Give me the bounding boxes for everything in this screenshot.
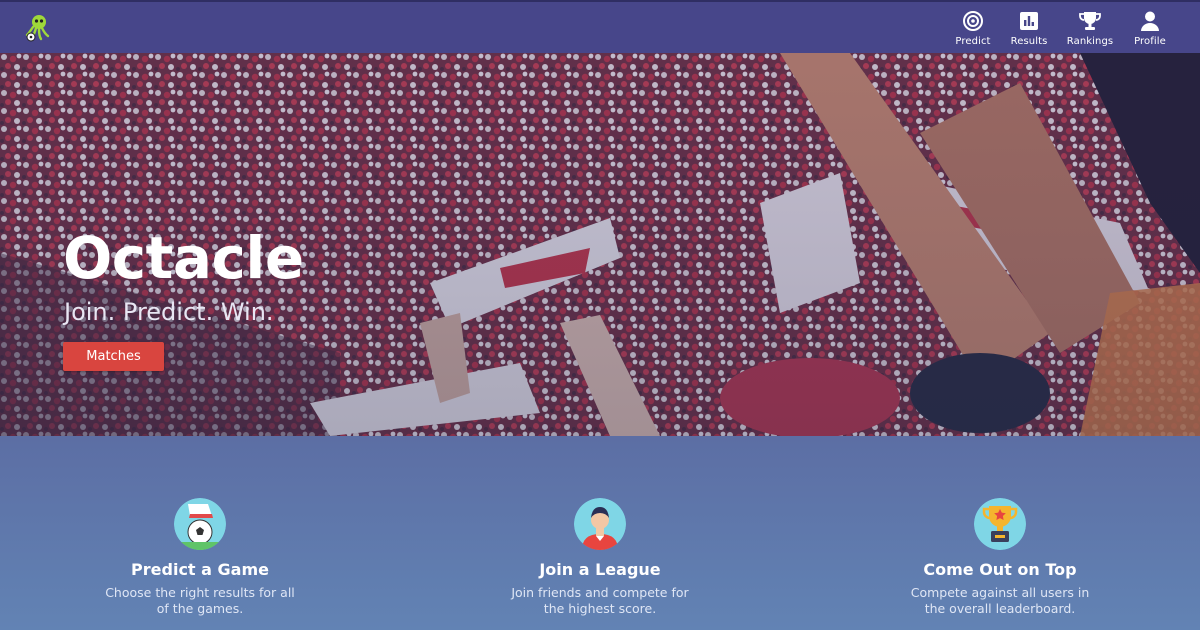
feature-league-description: Join friends and compete for the highest… bbox=[511, 585, 689, 616]
nav-profile-label: Profile bbox=[1134, 36, 1166, 47]
hero-title: Octacle bbox=[63, 224, 304, 292]
feature-predict-title: Predict a Game bbox=[131, 560, 269, 579]
nav-rankings-label: Rankings bbox=[1066, 36, 1114, 47]
nav-predict[interactable]: Predict bbox=[943, 8, 1003, 50]
top-navbar: Predict Results Rankings Profile bbox=[0, 0, 1200, 53]
feature-top: Come Out on Top Compete against all user… bbox=[870, 498, 1130, 617]
feature-top-title: Come Out on Top bbox=[923, 560, 1077, 579]
nav-results[interactable]: Results bbox=[999, 8, 1059, 50]
hero-subtitle: Join. Predict. Win. bbox=[64, 298, 274, 326]
feature-predict: Predict a Game Choose the right results … bbox=[70, 498, 330, 617]
nav-predict-label: Predict bbox=[955, 36, 991, 47]
soccer-ball-icon bbox=[174, 498, 226, 550]
feature-predict-description: Choose the right results for all of the … bbox=[105, 585, 295, 616]
trophy-icon bbox=[1079, 12, 1101, 30]
matches-button[interactable]: Matches bbox=[63, 342, 164, 371]
trophy-award-icon bbox=[974, 498, 1026, 550]
feature-league-title: Join a League bbox=[539, 560, 661, 579]
feature-top-description: Compete against all users in the overall… bbox=[910, 585, 1090, 616]
octopus-logo-icon[interactable] bbox=[24, 12, 52, 44]
nav-rankings[interactable]: Rankings bbox=[1060, 8, 1120, 50]
player-icon bbox=[574, 498, 626, 550]
nav-results-label: Results bbox=[1010, 36, 1048, 47]
hero-banner: Octacle Join. Predict. Win. Matches bbox=[0, 53, 1200, 436]
features-section: Predict a Game Choose the right results … bbox=[0, 436, 1200, 630]
feature-league: Join a League Join friends and compete f… bbox=[470, 498, 730, 617]
user-icon bbox=[1141, 11, 1159, 31]
target-icon bbox=[963, 11, 983, 31]
nav-profile[interactable]: Profile bbox=[1120, 8, 1180, 50]
bar-chart-icon bbox=[1020, 12, 1038, 30]
